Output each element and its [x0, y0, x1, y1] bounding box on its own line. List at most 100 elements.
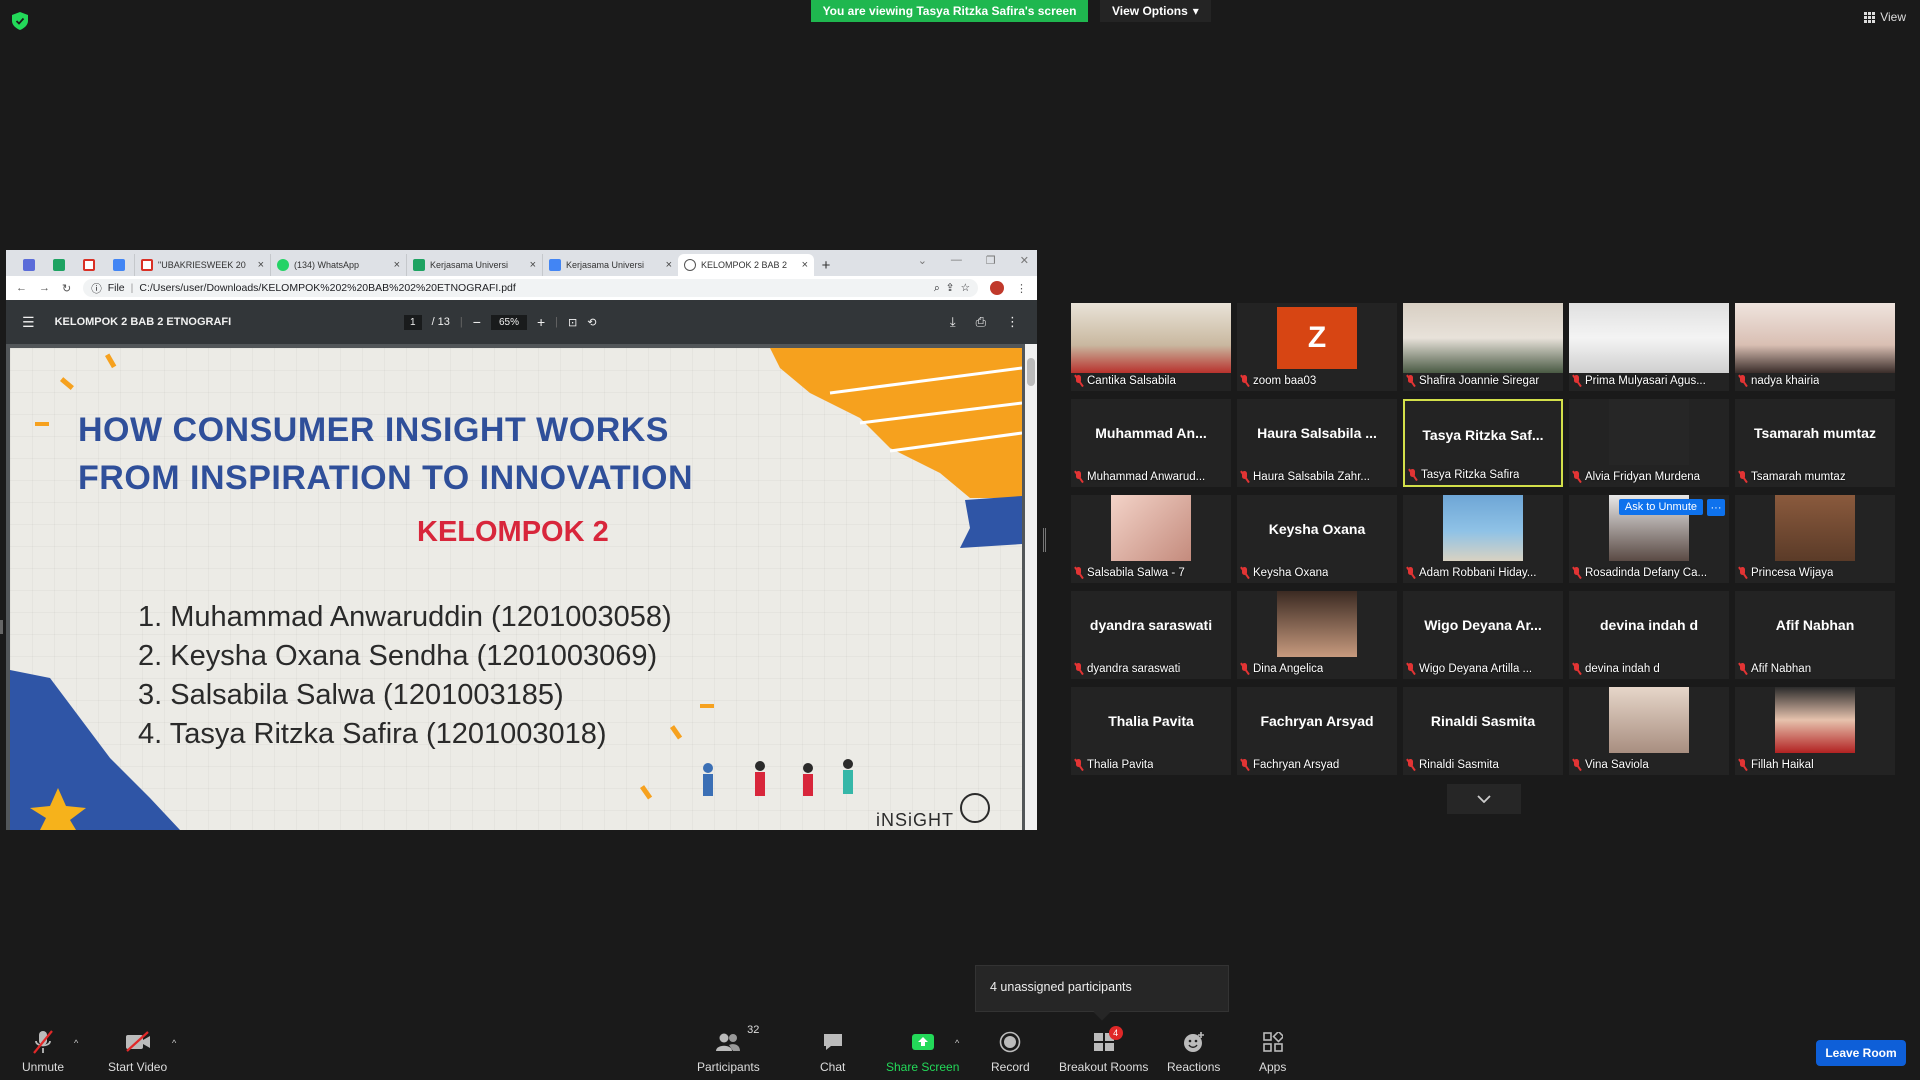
browser-tab[interactable]: Kerjasama Universi × [406, 254, 542, 276]
participant-name-label: dyandra saraswati [1074, 661, 1228, 677]
zoom-level-input[interactable]: 65% [490, 314, 527, 330]
unassigned-participants-popup[interactable]: 4 unassigned participants [975, 965, 1229, 1012]
record-label: Record [991, 1060, 1030, 1074]
audio-options-caret-icon[interactable]: ^ [74, 1038, 78, 1048]
show-more-participants-button[interactable] [1447, 784, 1521, 814]
participant-tile[interactable]: Adam Robbani Hiday... [1403, 495, 1563, 583]
apps-button[interactable]: Apps [1259, 1028, 1286, 1074]
zoom-in-icon[interactable]: + [537, 314, 545, 330]
participant-tile[interactable]: Princesa Wijaya [1735, 495, 1895, 583]
participant-tile[interactable]: nadya khairia [1735, 303, 1895, 391]
participant-tile[interactable]: Muhammad An... Muhammad Anwarud... [1071, 399, 1231, 487]
pdf-scrollbar[interactable] [1025, 344, 1037, 830]
hamburger-menu-icon[interactable]: ☰ [22, 314, 35, 331]
browser-tab-active[interactable]: KELOMPOK 2 BAB 2 × [678, 254, 814, 276]
back-arrow-icon[interactable]: ← [16, 282, 27, 294]
whatsapp-icon [277, 259, 289, 271]
chat-button[interactable]: Chat [820, 1028, 845, 1074]
record-button[interactable]: Record [991, 1028, 1030, 1074]
participant-tile[interactable]: Vina Saviola [1569, 687, 1729, 775]
video-options-caret-icon[interactable]: ^ [172, 1038, 176, 1048]
browser-tab[interactable]: Kerjasama Universi × [542, 254, 678, 276]
page-number-input[interactable]: 1 [404, 314, 422, 330]
pinned-tab-calendar[interactable] [14, 254, 44, 276]
fit-page-icon[interactable]: ⊡ [568, 316, 577, 329]
participant-tile[interactable]: Wigo Deyana Ar... Wigo Deyana Artilla ... [1403, 591, 1563, 679]
rotate-icon[interactable]: ⟲ [587, 316, 596, 329]
participant-tile[interactable]: Tsamarah mumtaz Tsamarah mumtaz [1735, 399, 1895, 487]
participant-tile[interactable]: Shafira Joannie Siregar [1403, 303, 1563, 391]
browser-tab[interactable]: (134) WhatsApp × [270, 254, 406, 276]
reload-icon[interactable]: ↻ [62, 282, 71, 295]
forward-arrow-icon[interactable]: → [39, 282, 50, 294]
breakout-rooms-button[interactable]: 4 Breakout Rooms [1059, 1026, 1148, 1074]
pinned-tab-sheets[interactable] [44, 254, 74, 276]
leave-room-button[interactable]: Leave Room [1816, 1040, 1906, 1066]
mic-muted-icon [1240, 759, 1249, 771]
zoom-search-icon[interactable]: ⌕ [934, 282, 940, 295]
profile-avatar[interactable] [990, 281, 1004, 295]
participant-tile[interactable]: Tasya Ritzka Saf... Tasya Ritzka Safira [1403, 399, 1563, 487]
unmute-button[interactable]: Unmute [22, 1028, 64, 1074]
new-tab-button[interactable]: + [814, 254, 838, 276]
share-icon[interactable]: ⇪ [946, 282, 955, 294]
address-bar[interactable]: ⓘ File | C:/Users/user/Downloads/KELOMPO… [83, 279, 978, 297]
close-icon[interactable]: × [802, 259, 808, 271]
ask-to-unmute-button[interactable]: Ask to Unmute [1618, 499, 1703, 515]
reactions-button[interactable]: Reactions [1167, 1028, 1220, 1074]
participant-tile[interactable]: dyandra saraswati dyandra saraswati [1071, 591, 1231, 679]
more-options-icon[interactable]: ⋮ [1006, 314, 1019, 330]
minimize-icon[interactable]: — [951, 254, 962, 267]
participant-tile[interactable]: devina indah d devina indah d [1569, 591, 1729, 679]
participant-tile[interactable]: Zzoom baa03 [1237, 303, 1397, 391]
close-icon[interactable]: × [258, 259, 264, 271]
participants-button[interactable]: 32 Participants [697, 1024, 760, 1074]
member-list: 1. Muhammad Anwaruddin (1201003058) 2. K… [138, 598, 672, 754]
participant-tile[interactable]: Prima Mulyasari Agus... [1569, 303, 1729, 391]
pinned-tab-docs[interactable] [104, 254, 134, 276]
close-icon[interactable]: × [666, 259, 672, 271]
close-icon[interactable]: × [530, 259, 536, 271]
participant-tile[interactable]: Afif Nabhan Afif Nabhan [1735, 591, 1895, 679]
close-window-icon[interactable]: ✕ [1020, 254, 1029, 267]
participant-name: Fillah Haikal [1751, 759, 1814, 771]
participant-name-label: Afif Nabhan [1738, 661, 1892, 677]
info-icon: ⓘ [91, 282, 102, 295]
view-options-button[interactable]: View Options ▾ [1100, 0, 1211, 22]
security-shield-icon[interactable] [12, 12, 28, 30]
participant-tile[interactable]: Fillah Haikal [1735, 687, 1895, 775]
view-layout-button[interactable]: View [1864, 10, 1906, 24]
close-icon[interactable]: × [394, 259, 400, 271]
left-edge-handle[interactable] [0, 620, 3, 634]
mic-muted-icon [1738, 663, 1747, 675]
participant-more-button[interactable]: ··· [1707, 499, 1725, 516]
start-video-button[interactable]: Start Video [108, 1028, 167, 1074]
split-view-divider[interactable] [1043, 528, 1046, 552]
participant-display-name: devina indah d [1599, 617, 1698, 633]
pinned-tab-gmail[interactable] [74, 254, 104, 276]
browser-menu-icon[interactable]: ⋮ [1016, 282, 1027, 295]
participant-tile[interactable]: Dina Angelica [1237, 591, 1397, 679]
scrollbar-thumb[interactable] [1027, 358, 1035, 386]
reactions-icon [1182, 1028, 1206, 1056]
bookmark-star-icon[interactable]: ☆ [961, 282, 970, 294]
participant-tile[interactable]: Rinaldi Sasmita Rinaldi Sasmita [1403, 687, 1563, 775]
participant-tile[interactable]: Haura Salsabila ... Haura Salsabila Zahr.… [1237, 399, 1397, 487]
participant-tile[interactable]: Keysha Oxana Keysha Oxana [1237, 495, 1397, 583]
download-icon[interactable]: ⤓ [950, 314, 956, 330]
participant-tile[interactable]: Cantika Salsabila [1071, 303, 1231, 391]
browser-tab[interactable]: "UBAKRIESWEEK 20 × [134, 254, 270, 276]
tab-search-icon[interactable]: ⌄ [918, 254, 927, 267]
participant-tile[interactable]: Fachryan Arsyad Fachryan Arsyad [1237, 687, 1397, 775]
participant-tile[interactable]: Salsabila Salwa - 7 [1071, 495, 1231, 583]
participant-display-name: Rinaldi Sasmita [1430, 713, 1536, 729]
maximize-icon[interactable]: ❐ [986, 254, 996, 267]
mic-muted-icon [1074, 759, 1083, 771]
print-icon[interactable]: ⎙ [976, 314, 986, 330]
participant-tile[interactable]: Alvia Fridyan Murdena [1569, 399, 1729, 487]
share-screen-button[interactable]: Share Screen [886, 1028, 959, 1074]
share-options-caret-icon[interactable]: ^ [955, 1038, 959, 1048]
zoom-out-icon[interactable]: − [473, 314, 481, 330]
participant-tile[interactable]: Ask to Unmute ··· Rosadinda Defany Ca... [1569, 495, 1729, 583]
participant-tile[interactable]: Thalia Pavita Thalia Pavita [1071, 687, 1231, 775]
